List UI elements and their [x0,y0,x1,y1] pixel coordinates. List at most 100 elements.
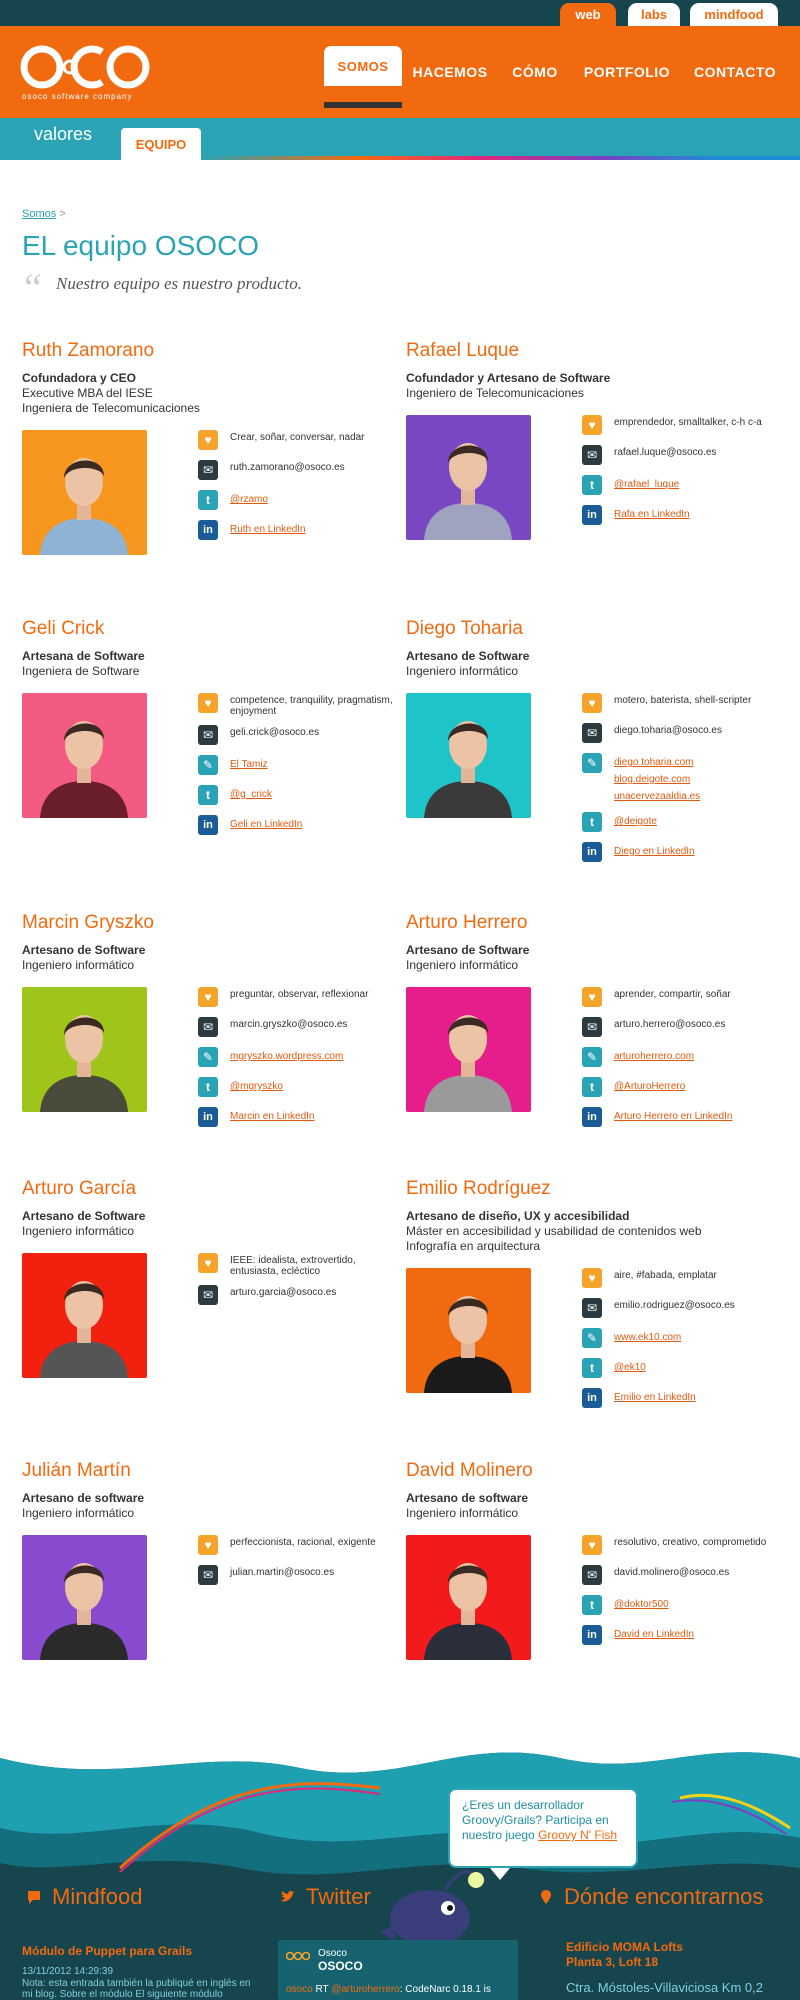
twitter-icon: t [582,812,602,832]
tab-web[interactable]: web [560,3,616,26]
mail-icon: ✉ [582,445,602,465]
member-photo [406,693,531,818]
member-info-row: ♥ aprender, compartir, soñar [582,987,782,1009]
nav-contacto[interactable]: CONTACTO [690,26,780,118]
member-info-link[interactable]: @rzamo [230,490,268,507]
member-info-text: geli.crick@osoco.es [230,727,320,738]
nav-portfolio[interactable]: PORTFOLIO [582,26,672,118]
member-portrait [22,430,147,555]
member-info-link[interactable]: Ruth en LinkedIn [230,520,306,537]
nav-hacemos[interactable]: HACEMOS [412,26,488,118]
member-info-row: ✉ rafael.luque@osoco.es [582,445,782,467]
linkedin-icon: in [198,815,218,835]
location-heading: Dónde encontrarnos [538,1884,763,1910]
member-info-row: ♥ emprendedor, smalltalker, c-h c-a [582,415,782,437]
member-info-value: competence, tranquility, pragmatism, enj… [230,693,398,717]
member-info-link[interactable]: @ek10 [614,1358,646,1375]
member-info-link[interactable]: @doktor500 [614,1595,669,1612]
member-info-link[interactable]: Geli en LinkedIn [230,815,302,832]
member-info-link[interactable]: Diego en LinkedIn [614,842,695,859]
tweet-user[interactable]: osoco [286,1984,313,1995]
rainbow-stripe [0,156,800,160]
member-name: Julián Martín [22,1460,131,1481]
member-photo [406,415,531,540]
member-role: Cofundador y Artesano de Software [406,371,611,385]
member-info-link[interactable]: El Tamiz [230,755,268,772]
member-info-link[interactable]: diego.toharia.com [614,753,700,770]
member-info-text: emprendedor, smalltalker, c-h c-a [614,417,762,428]
osoco-mini-logo-icon [286,1951,310,1961]
member-info-value: www.ek10.com [614,1328,681,1345]
breadcrumb-somos-link[interactable]: Somos [22,208,56,220]
member-info-value: mgryszko.wordpress.com [230,1047,343,1064]
member-info-value: rafael.luque@osoco.es [614,445,716,458]
member-name: David Molinero [406,1460,533,1481]
member-info-list: ♥ perfeccionista, racional, exigente ✉ juli… [198,1535,398,1595]
mindfood-post-title[interactable]: Módulo de Puppet para Grails [22,1944,192,1958]
member-info-value: Crear, soñar, conversar, nadar [230,430,365,443]
nav-somos[interactable]: SOMOS [324,46,402,86]
member-info-link[interactable]: blog.deigote.com [614,770,700,787]
member-info-row: in Marcin en LinkedIn [198,1107,398,1129]
member-titles: Cofundadora y CEO Executive MBA del IESE I… [22,371,392,416]
twitter-heading: Twitter [280,1884,371,1910]
address-line-1: Edificio MOMA Lofts [566,1940,683,1954]
member-info-value: aire, #fabada, emplatar [614,1268,717,1281]
subnav-bar [0,118,800,156]
member-info-link[interactable]: Emilio en LinkedIn [614,1388,696,1405]
heart-icon: ♥ [198,987,218,1007]
member-role: Artesano de Software [22,943,146,957]
member-info-link[interactable]: @mgryszko [230,1077,283,1094]
member-titles: Artesano de Software Ingeniero informátic… [406,649,776,679]
team-member-card: Diego Toharia Artesano de Software Ingenie… [406,618,776,862]
member-info-list: ♥ IEEE: idealista, extrovertido, entusias… [198,1253,398,1315]
twitter-title: Twitter [306,1884,371,1909]
member-role: Artesano de Software [406,943,530,957]
member-info-row: t @ArturoHerrero [582,1077,782,1099]
member-info-link[interactable]: David en LinkedIn [614,1625,694,1642]
member-info-link[interactable]: @rafael_luque [614,475,679,492]
tweet-mention[interactable]: @arturoherrero [331,1984,400,1995]
tab-mindfood[interactable]: mindfood [690,3,778,26]
speech-icon [28,1891,40,1904]
member-info-link[interactable]: mgryszko.wordpress.com [230,1047,343,1064]
member-info-link[interactable]: arturoherrero.com [614,1047,694,1064]
member-info-row: ✎ arturoherrero.com [582,1047,782,1069]
member-info-value: emilio.rodriguez@osoco.es [614,1298,735,1311]
groovy-fish-link[interactable]: Groovy N' Fish [538,1828,617,1842]
twitter-icon: t [582,1077,602,1097]
member-info-row: ♥ aire, #fabada, emplatar [582,1268,782,1290]
subnav-equipo[interactable]: EQUIPO [121,128,201,160]
member-info-value: @doktor500 [614,1595,669,1612]
bubble-tail [490,1868,510,1880]
heart-icon: ♥ [582,1268,602,1288]
member-info-link[interactable]: Marcin en LinkedIn [230,1107,315,1124]
member-info-value: @g_crick [230,785,272,802]
member-info-row: ✉ arturo.herrero@osoco.es [582,1017,782,1039]
member-info-text: IEEE: idealista, extrovertido, entusiast… [230,1255,356,1277]
member-info-text: competence, tranquility, pragmatism, enj… [230,695,393,717]
member-info-link[interactable]: @deigote [614,812,657,829]
member-info-text: motero, baterista, shell-scripter [614,695,752,706]
member-titles: Artesano de software Ingeniero informátic… [406,1491,776,1521]
member-info-link[interactable]: Rafa en LinkedIn [614,505,690,522]
member-info-link[interactable]: www.ek10.com [614,1328,681,1345]
member-info-link[interactable]: @g_crick [230,785,272,802]
member-name: Rafael Luque [406,340,520,361]
member-titles: Artesano de diseño, UX y accesibilidad Má… [406,1209,776,1254]
tab-labs[interactable]: labs [628,3,680,26]
heart-icon: ♥ [582,987,602,1007]
member-credential: Ingeniero informático [406,1506,519,1520]
member-info-row: ✉ geli.crick@osoco.es [198,725,398,747]
member-info-row: ♥ perfeccionista, racional, exigente [198,1535,398,1557]
member-info-value: motero, baterista, shell-scripter [614,693,751,706]
heart-icon: ♥ [198,1253,218,1273]
member-info-link[interactable]: @ArturoHerrero [614,1077,685,1094]
subnav-valores[interactable]: valores [34,124,92,145]
nav-como[interactable]: CÓMO [505,26,565,118]
member-info-link[interactable]: Arturo Herrero en LinkedIn [614,1107,732,1124]
mail-icon: ✉ [582,1565,602,1585]
twitter-account-handle: OSOCO [318,1959,363,1973]
member-portrait [22,1535,147,1660]
member-info-link[interactable]: unacervezaaldia.es [614,787,700,804]
